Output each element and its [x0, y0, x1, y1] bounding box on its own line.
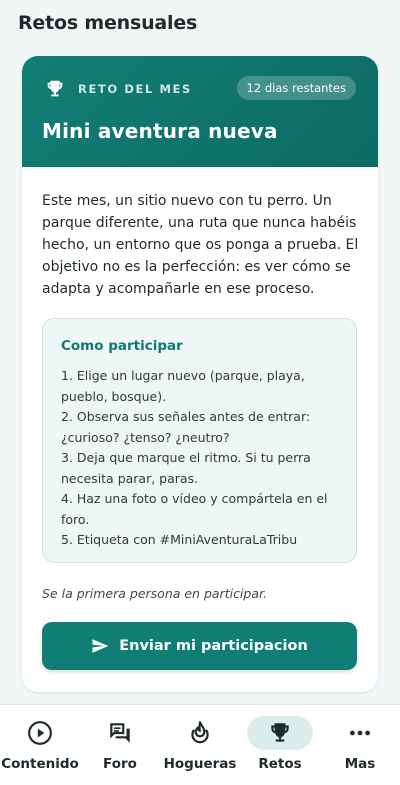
play-circle-icon [28, 721, 52, 745]
step-item: 5. Etiqueta con #MiniAventuraLaTribu [61, 532, 298, 547]
app: Retos mensuales RETO DEL MES 12 dias res… [0, 0, 400, 785]
step-item: 2. Observa sus señales antes de entrar: … [61, 409, 311, 445]
page-title: Retos mensuales [18, 12, 198, 34]
how-to-participate-box: Como participar 1. Elige un lugar nuevo … [42, 318, 357, 563]
nav-icon-wrap [327, 716, 393, 750]
nav-item-mas[interactable]: Mas [320, 705, 400, 785]
challenge-intro: Este mes, un sitio nuevo con tu perro. U… [42, 193, 359, 297]
nav-label: Foro [103, 756, 137, 772]
challenge-tag: RETO DEL MES [44, 78, 192, 100]
nav-active-pill [247, 716, 313, 750]
nav-icon-wrap [87, 716, 153, 750]
flame-icon [191, 721, 209, 744]
nav-item-foro[interactable]: Foro [80, 705, 160, 785]
challenge-hero: RETO DEL MES 12 dias restantes Mini aven… [22, 56, 378, 167]
how-to-title: Como participar [61, 338, 183, 354]
bottom-nav: Contenido Foro Hogueras Retos Mas [0, 704, 400, 785]
chat-bubbles-icon [110, 723, 130, 743]
trophy-icon [271, 723, 289, 742]
nav-item-hogueras[interactable]: Hogueras [160, 705, 240, 785]
participation-footnote: Se la primera persona en participar. [42, 586, 267, 601]
challenge-tag-label: RETO DEL MES [78, 82, 192, 96]
nav-item-contenido[interactable]: Contenido [0, 705, 80, 785]
nav-label: Hogueras [163, 756, 237, 772]
steps-list: 1. Elige un lugar nuevo (parque, playa, … [61, 366, 346, 551]
nav-label: Mas [344, 756, 376, 772]
nav-label: Retos [258, 756, 302, 772]
trophy-icon [47, 80, 63, 97]
submit-participation-button[interactable]: Enviar mi participacion [42, 622, 357, 670]
challenge-card: RETO DEL MES 12 dias restantes Mini aven… [22, 56, 378, 692]
submit-participation-label: Enviar mi participacion [119, 638, 308, 654]
more-dots-icon [350, 730, 370, 736]
nav-label: Contenido [1, 756, 79, 772]
step-item: 4. Haz una foto o vídeo y compártela en … [61, 491, 328, 527]
challenge-title: Mini aventura nueva [42, 119, 278, 143]
nav-icon-wrap [167, 716, 233, 750]
app-header: Retos mensuales [0, 0, 400, 50]
nav-icon-wrap [7, 716, 73, 750]
step-item: 3. Deja que marque el ritmo. Si tu perra… [61, 450, 311, 486]
send-icon [92, 639, 109, 653]
days-remaining-badge: 12 dias restantes [236, 76, 356, 100]
step-item: 1. Elige un lugar nuevo (parque, playa, … [61, 368, 305, 404]
nav-item-retos[interactable]: Retos [240, 705, 320, 785]
